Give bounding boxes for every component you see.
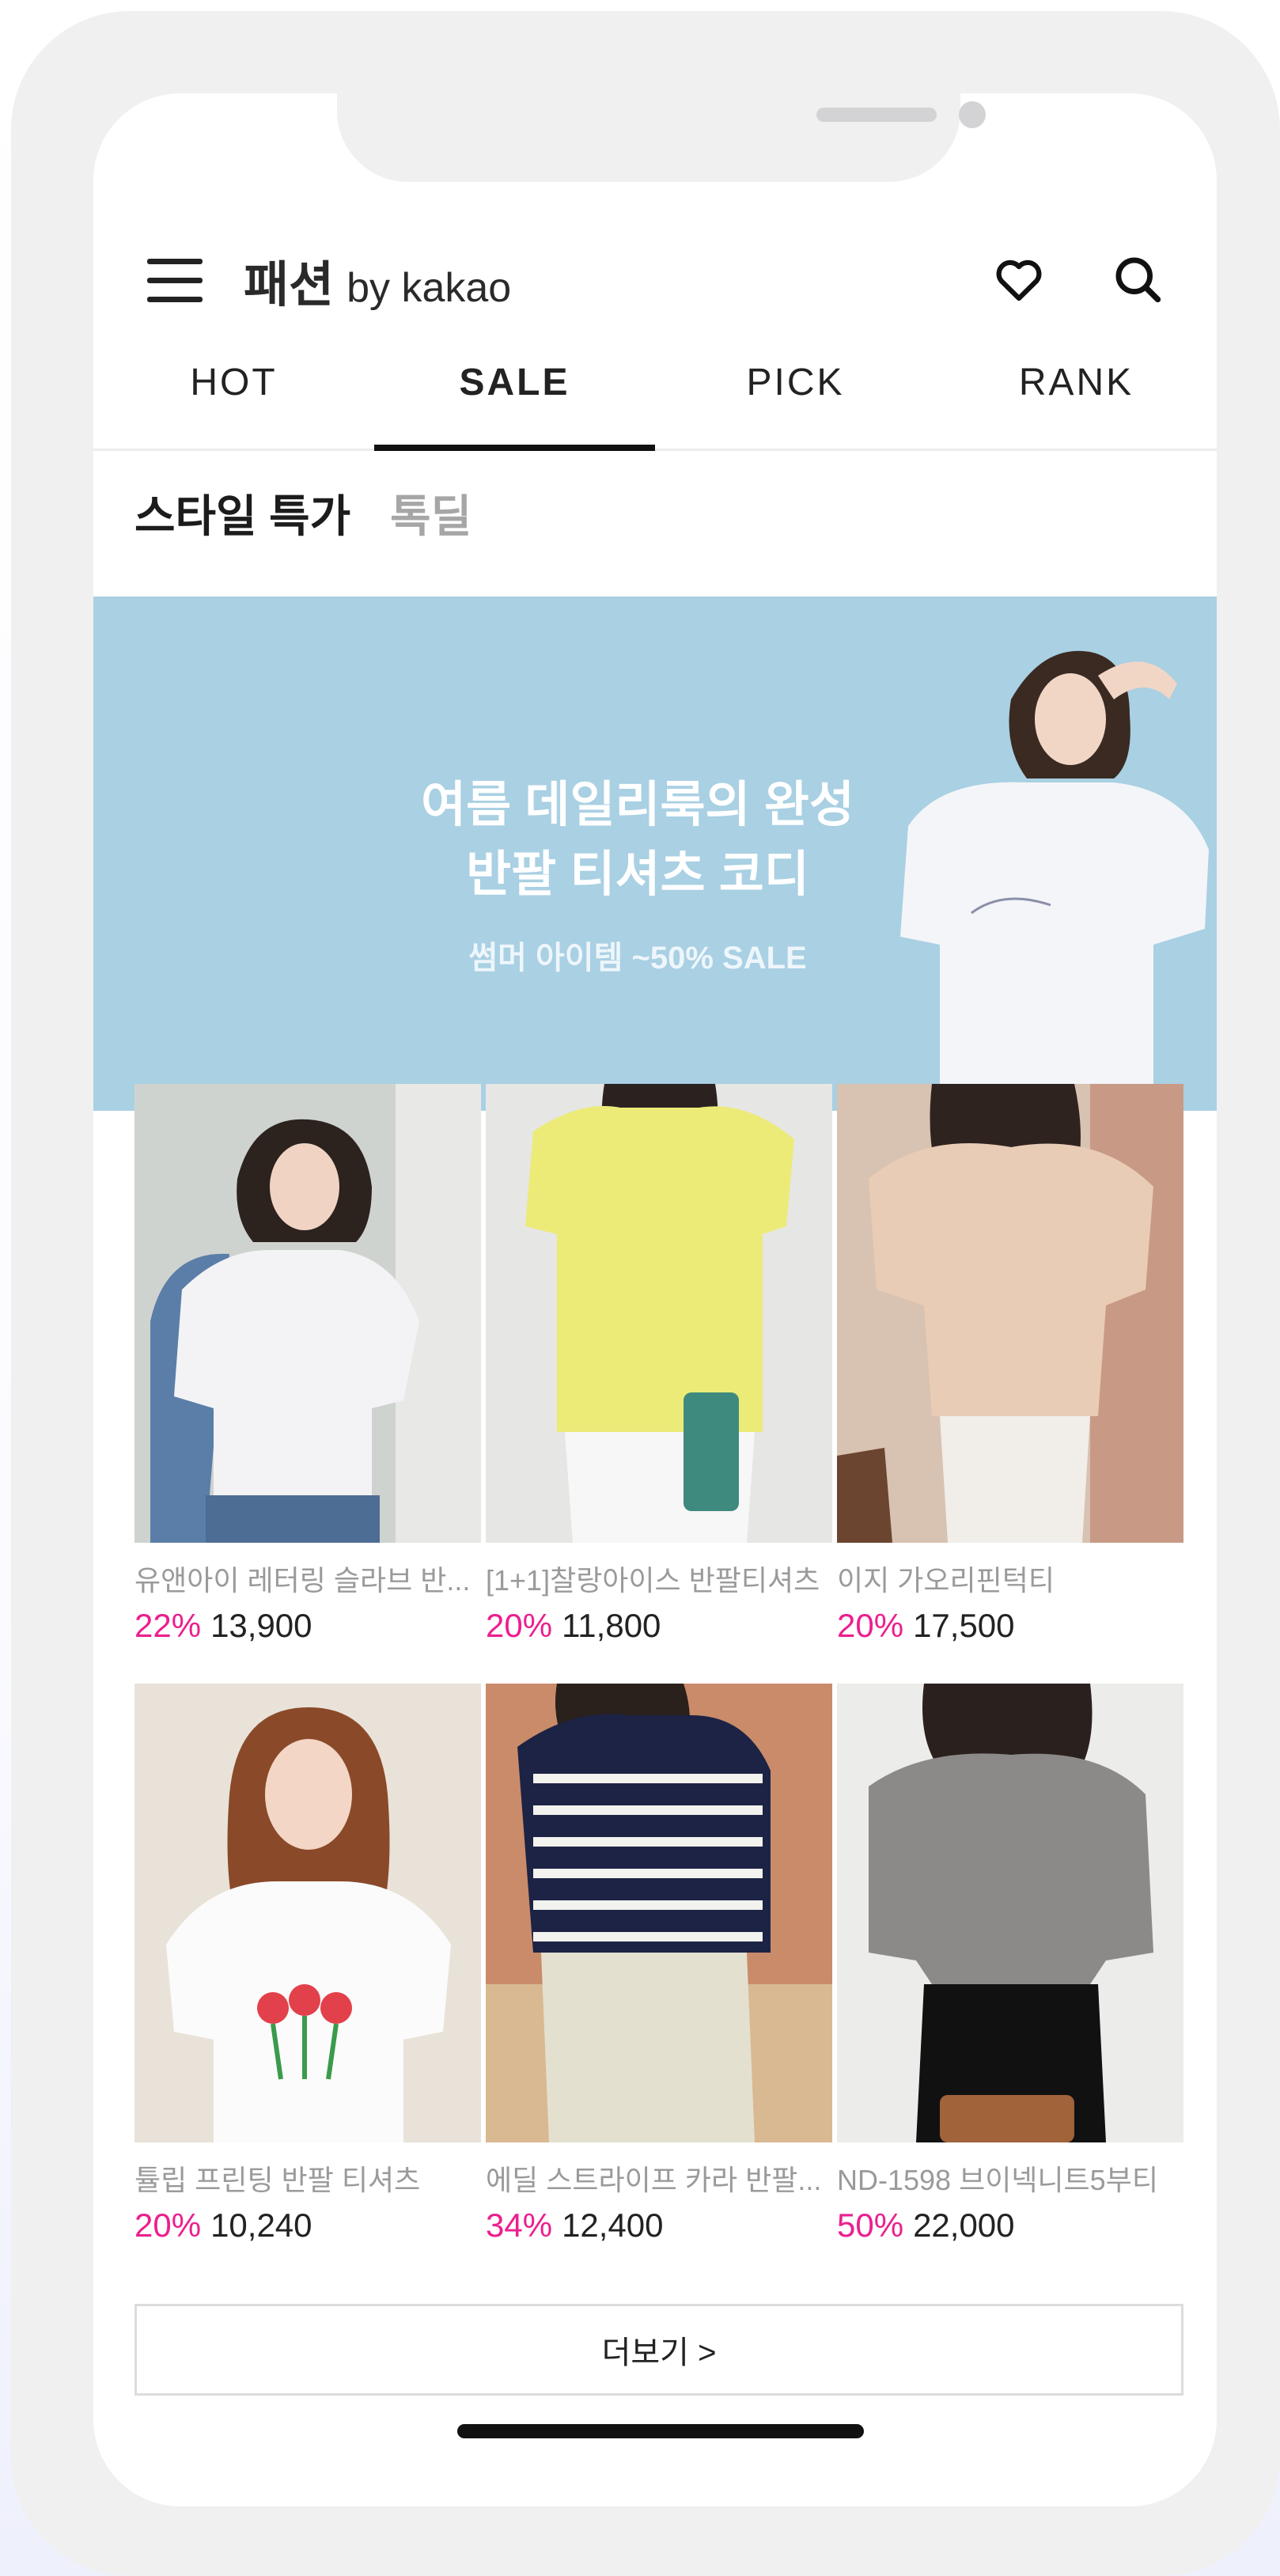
product-card[interactable]: [1+1]찰랑아이스 반팔티셔츠 20% 11,800 xyxy=(486,1084,832,1645)
product-card[interactable]: 이지 가오리핀턱티 20% 17,500 xyxy=(837,1084,1183,1645)
product-name: 에딜 스트라이프 카라 반팔... xyxy=(486,2164,822,2196)
search-icon[interactable] xyxy=(1111,252,1164,306)
product-price: 10,240 xyxy=(210,2207,312,2244)
subtab-talk-deal[interactable]: 톡딜 xyxy=(390,481,471,545)
notch xyxy=(337,93,986,182)
sub-tabs: 스타일 특가 톡딜 xyxy=(134,473,511,552)
product-image xyxy=(486,1684,832,2142)
product-image xyxy=(134,1684,481,2142)
subtab-style-sale[interactable]: 스타일 특가 xyxy=(134,481,350,545)
product-price-row: 22% 13,900 xyxy=(134,1607,481,1645)
product-price: 12,400 xyxy=(562,2207,664,2244)
product-name: 유앤아이 레터링 슬라브 반... xyxy=(134,1564,471,1597)
product-card[interactable]: ND-1598 브이넥니트5부티 50% 22,000 xyxy=(837,1684,1183,2245)
product-price-row: 20% 10,240 xyxy=(134,2207,481,2245)
product-price-row: 50% 22,000 xyxy=(837,2207,1183,2245)
product-name: 이지 가오리핀턱티 xyxy=(837,1564,1055,1597)
product-name: ND-1598 브이넥니트5부티 xyxy=(837,2164,1158,2196)
product-price: 17,500 xyxy=(913,1607,1015,1644)
product-name: 튤립 프린팅 반팔 티셔츠 xyxy=(134,2164,421,2196)
product-image xyxy=(837,1084,1183,1543)
product-price: 22,000 xyxy=(913,2207,1015,2244)
banner-text: 여름 데일리룩의 완성 반팔 티셔츠 코디 썸머 아이템 ~50% SALE xyxy=(400,771,875,978)
app-logo[interactable]: 패션 by kakao xyxy=(244,244,511,316)
discount-rate: 20% xyxy=(134,2207,202,2244)
discount-rate: 20% xyxy=(486,1607,553,1644)
discount-rate: 34% xyxy=(486,2207,553,2244)
product-image xyxy=(486,1084,832,1543)
banner-title-line2: 반팔 티셔츠 코디 xyxy=(466,847,809,902)
app-screen: 패션 by kakao HOT SALE PICK RANK 스타일 특가 톡딜 xyxy=(93,93,1217,2506)
discount-rate: 20% xyxy=(837,1607,904,1644)
banner-model-image xyxy=(900,650,1209,1111)
heart-icon[interactable] xyxy=(992,252,1046,306)
product-name: [1+1]찰랑아이스 반팔티셔츠 xyxy=(486,1564,820,1597)
product-image xyxy=(134,1084,481,1543)
banner-title-line1: 여름 데일리룩의 완성 xyxy=(421,778,854,832)
app-header: 패션 by kakao xyxy=(93,232,1217,327)
tab-hot[interactable]: HOT xyxy=(93,345,374,449)
product-price: 11,800 xyxy=(562,1607,661,1644)
more-button[interactable]: 더보기 > xyxy=(134,2304,1183,2396)
camera xyxy=(959,101,986,128)
product-card[interactable]: 유앤아이 레터링 슬라브 반... 22% 13,900 xyxy=(134,1084,481,1645)
product-card[interactable]: 에딜 스트라이프 카라 반팔... 34% 12,400 xyxy=(486,1684,832,2245)
logo-main-text: 패션 xyxy=(244,258,335,313)
promo-banner[interactable]: 여름 데일리룩의 완성 반팔 티셔츠 코디 썸머 아이템 ~50% SALE xyxy=(93,597,1217,1111)
logo-sub-text: by kakao xyxy=(347,265,512,311)
product-price-row: 20% 11,800 xyxy=(486,1607,832,1645)
tab-sale[interactable]: SALE xyxy=(374,345,655,451)
tab-pick[interactable]: PICK xyxy=(655,345,936,449)
product-price: 13,900 xyxy=(210,1607,312,1644)
product-image xyxy=(837,1684,1183,2142)
product-price-row: 20% 17,500 xyxy=(837,1607,1183,1645)
tab-rank[interactable]: RANK xyxy=(936,345,1217,449)
home-indicator[interactable] xyxy=(457,2424,864,2438)
discount-rate: 22% xyxy=(134,1607,202,1644)
menu-icon[interactable] xyxy=(147,256,203,303)
main-tabs: HOT SALE PICK RANK xyxy=(93,345,1217,451)
product-card[interactable]: 튤립 프린팅 반팔 티셔츠 20% 10,240 xyxy=(134,1684,481,2245)
speaker xyxy=(816,108,937,122)
banner-subtitle: 썸머 아이템 ~50% SALE xyxy=(468,941,807,975)
product-price-row: 34% 12,400 xyxy=(486,2207,832,2245)
phone-frame: 패션 by kakao HOT SALE PICK RANK 스타일 특가 톡딜 xyxy=(11,11,1280,2576)
discount-rate: 50% xyxy=(837,2207,904,2244)
